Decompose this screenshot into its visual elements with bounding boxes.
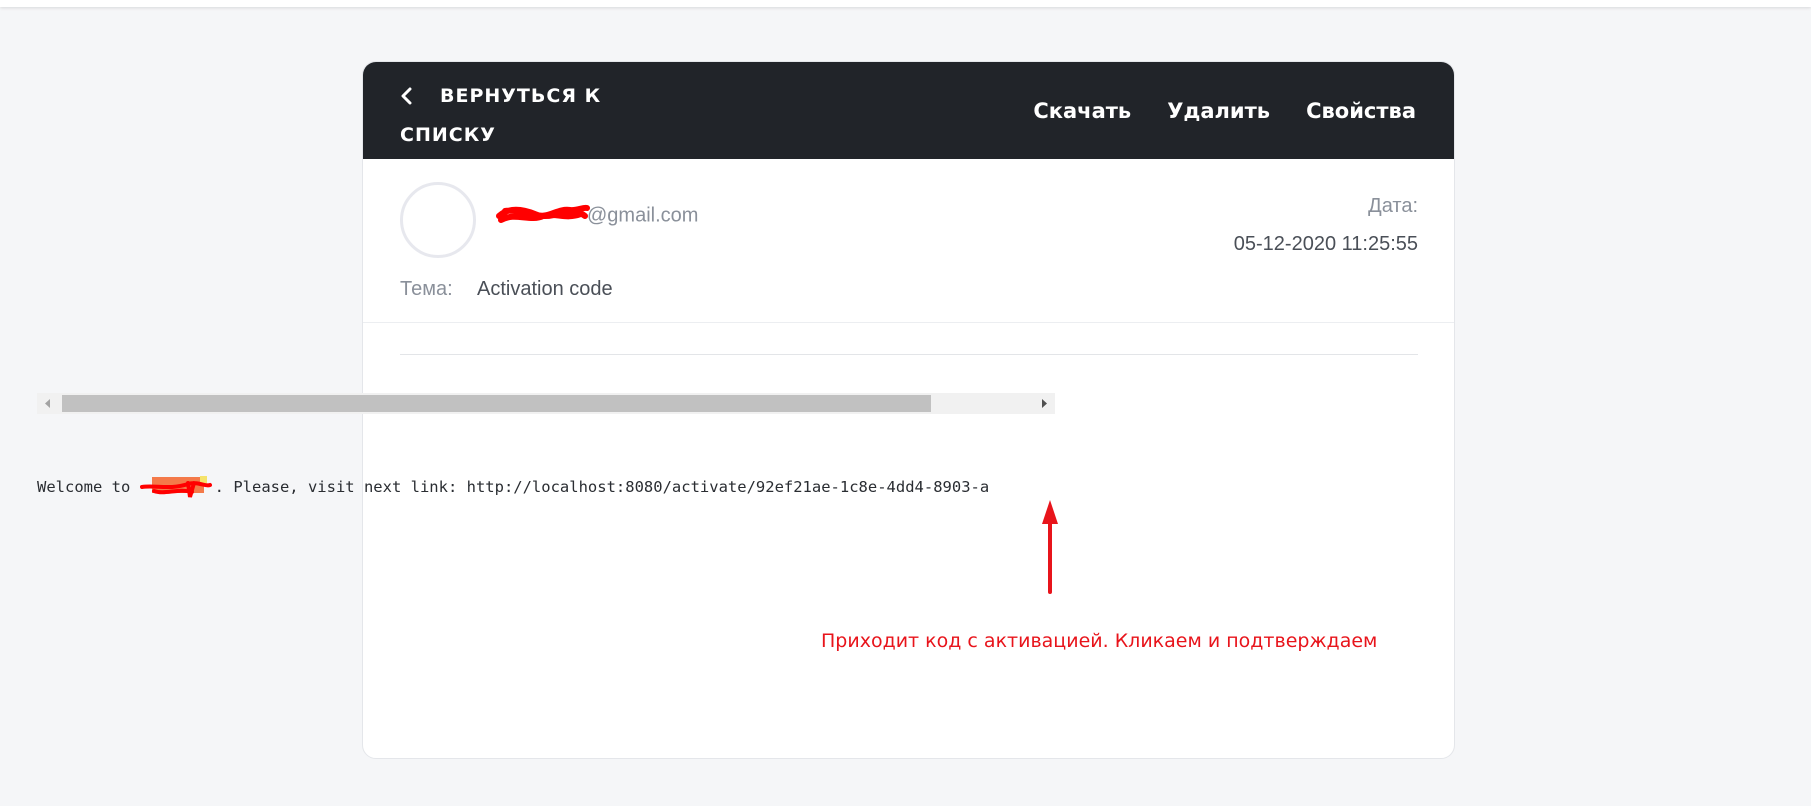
scroll-right-icon[interactable] — [1033, 393, 1055, 414]
scrollbar-thumb[interactable] — [62, 395, 931, 412]
redaction-scribble — [495, 198, 590, 234]
subject-label: Тема: — [400, 278, 453, 300]
back-to-list-button[interactable]: ВЕРНУТЬСЯ К СПИСКУ — [400, 78, 630, 153]
delete-button[interactable]: Удалить — [1167, 99, 1270, 123]
download-button[interactable]: Скачать — [1033, 99, 1131, 123]
date-label: Дата: — [1368, 195, 1418, 217]
arrow-up-icon — [1042, 500, 1058, 594]
email-header-bar: ВЕРНУТЬСЯ К СПИСКУ Скачать Удалить Свойс… — [363, 62, 1454, 159]
message-body: Hello, 123! Welcome to . Please, visit n… — [37, 339, 1055, 528]
horizontal-scrollbar[interactable] — [37, 393, 1055, 414]
top-bar — [0, 0, 1811, 7]
redaction-scribble — [139, 475, 215, 498]
chevron-left-icon — [400, 78, 418, 117]
annotation-text: Приходит код с активацией. Кликаем и под… — [821, 630, 1378, 652]
sender-domain: @gmail.com — [587, 204, 699, 227]
avatar — [400, 182, 476, 258]
sender-row: @gmail.com Дата: 05-12-2020 11:25:55 — [400, 159, 1418, 355]
date-value: 05-12-2020 11:25:55 — [1233, 233, 1418, 255]
sender-address: @gmail.com — [495, 198, 698, 234]
body-line-prefix: Welcome to — [37, 478, 140, 496]
body-link-text[interactable]: . Please, visit next link: http://localh… — [215, 478, 990, 496]
header-actions: Скачать Удалить Свойства — [997, 62, 1416, 159]
back-label: ВЕРНУТЬСЯ К СПИСКУ — [400, 85, 602, 146]
subject-value: Activation code — [477, 278, 613, 300]
subject-row: Тема: Activation code — [363, 260, 1454, 323]
scroll-left-icon[interactable] — [37, 393, 59, 414]
properties-button[interactable]: Свойства — [1306, 99, 1416, 123]
body-line-link: Welcome to . Please, visit next link: ht… — [37, 474, 1055, 501]
